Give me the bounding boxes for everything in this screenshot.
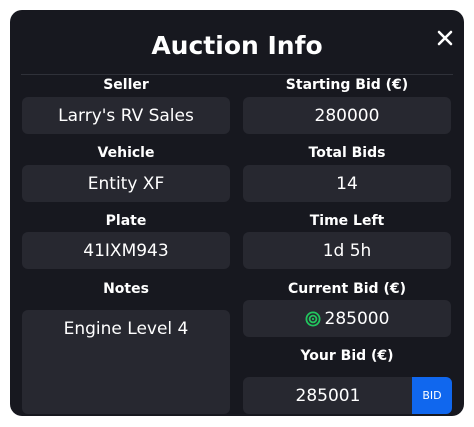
your-bid-row: BID [243,377,452,414]
starting-bid-label: Starting Bid (€) [285,77,409,93]
plate-value: 41IXM943 [22,232,230,269]
current-bid-box: 285000 [243,300,451,337]
notes-value: Engine Level 4 [22,310,230,414]
bid-button[interactable]: BID [412,377,452,414]
vehicle-label: Vehicle [97,145,155,161]
auction-info-modal: Auction Info Seller Larry's RV Sales Sta… [10,10,464,416]
time-left-label: Time Left [309,213,385,229]
current-bid-label: Current Bid (€) [288,281,406,297]
seller-label: Seller [103,77,149,93]
header-divider [21,74,453,75]
total-bids-value: 14 [243,165,451,202]
close-button[interactable] [433,26,457,50]
current-bid-value: 285000 [324,308,390,329]
modal-title: Auction Info [151,31,323,60]
starting-bid-value: 280000 [243,97,451,134]
your-bid-input[interactable] [243,377,413,414]
close-icon [437,30,453,46]
vehicle-value: Entity XF [22,165,230,202]
time-left-value: 1d 5h [243,232,451,269]
green-circle-icon [305,311,321,326]
notes-label: Notes [103,281,149,297]
your-bid-label: Your Bid (€) [300,348,394,364]
seller-value: Larry's RV Sales [22,97,230,134]
total-bids-label: Total Bids [308,145,386,161]
plate-label: Plate [105,213,147,229]
